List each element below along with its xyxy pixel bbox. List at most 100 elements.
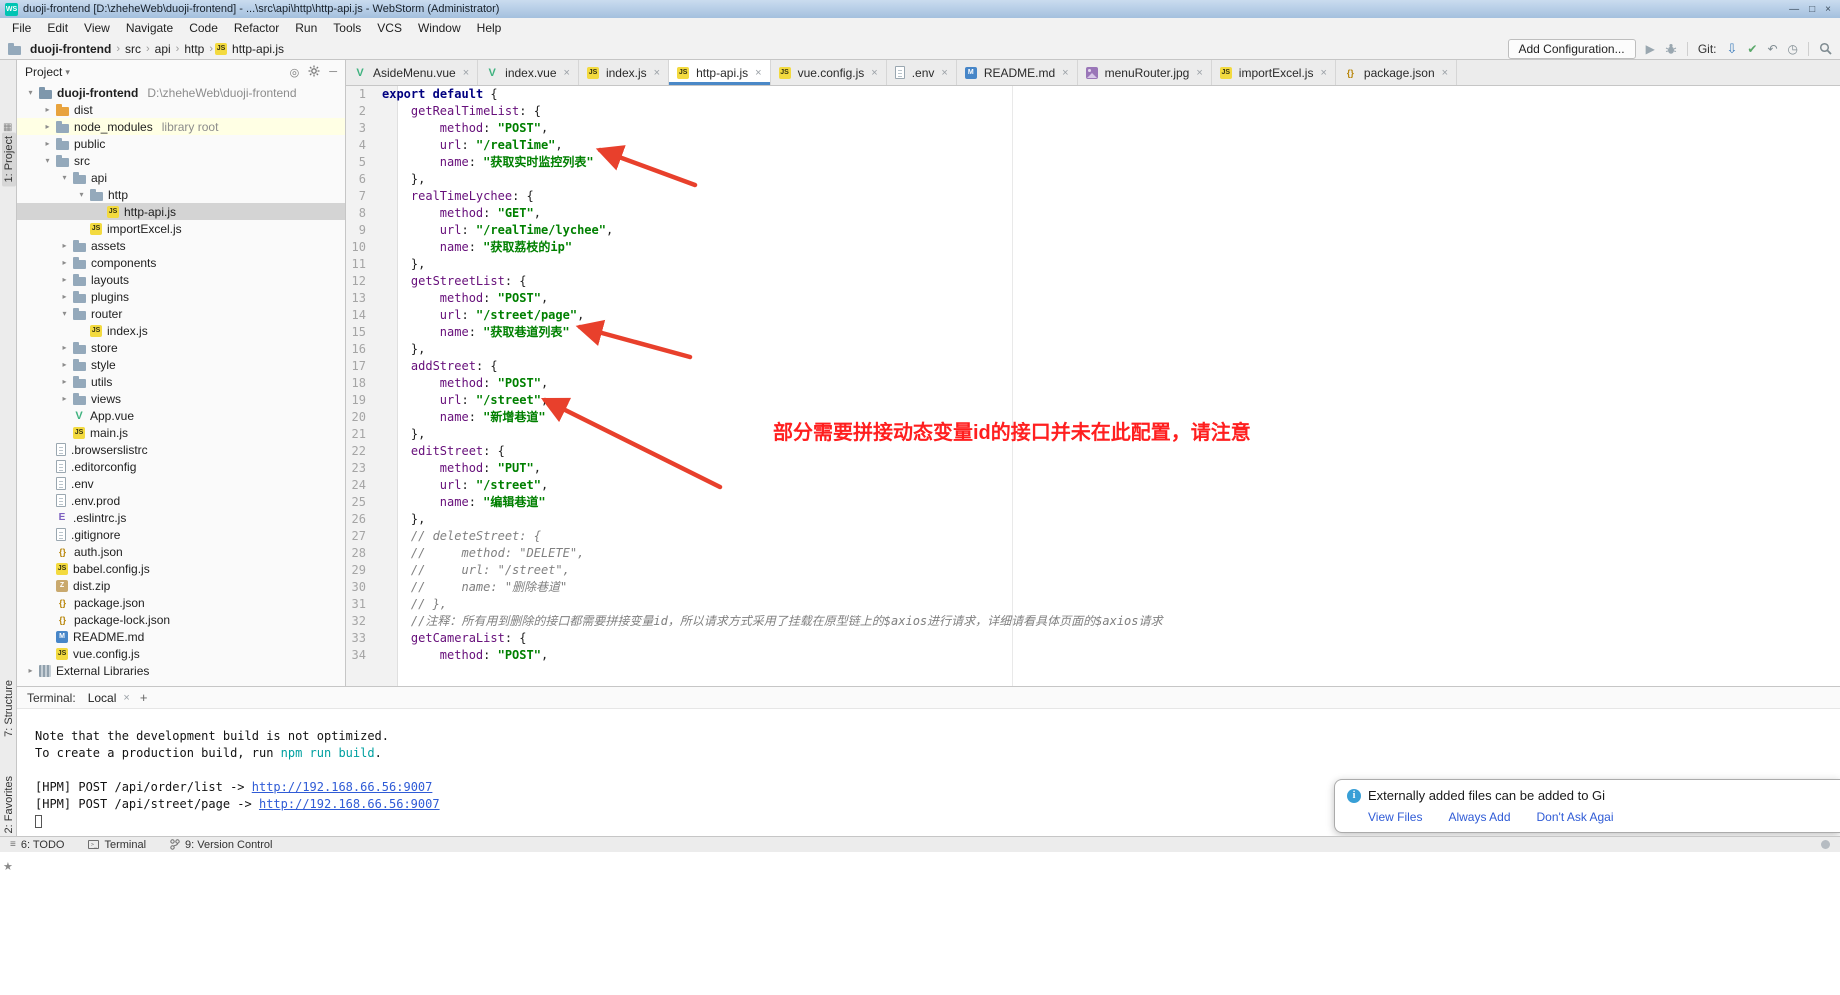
status-item-6-todo[interactable]: ≡6: TODO (10, 839, 64, 851)
tree-item-dist-zip[interactable]: Zdist.zip (17, 577, 345, 594)
close-tab-icon[interactable]: × (1442, 67, 1448, 79)
menu-vcs[interactable]: VCS (369, 19, 410, 37)
tab-http-api-js[interactable]: JShttp-api.js× (669, 60, 770, 85)
tree-item-package-json[interactable]: {}package.json (17, 594, 345, 611)
tree-item-importexcel-js[interactable]: JSimportExcel.js (17, 220, 345, 237)
menu-edit[interactable]: Edit (39, 19, 76, 37)
debug-bug-icon[interactable] (1665, 43, 1677, 55)
line-number[interactable]: 32 (346, 613, 382, 630)
menu-file[interactable]: File (4, 19, 39, 37)
tree-item-src[interactable]: ▾src (17, 152, 345, 169)
tree-item-eslintrc-js[interactable]: E.eslintrc.js (17, 509, 345, 526)
tree-item-babel-config-js[interactable]: JSbabel.config.js (17, 560, 345, 577)
notification-link-view-files[interactable]: View Files (1368, 810, 1422, 824)
tab-readme-md[interactable]: MREADME.md× (957, 60, 1078, 85)
line-number[interactable]: 15 (346, 324, 382, 341)
chevron-right-icon[interactable]: ▸ (42, 105, 53, 114)
line-number[interactable]: 27 (346, 528, 382, 545)
tab-env[interactable]: .env× (887, 60, 957, 85)
line-number[interactable]: 17 (346, 358, 382, 375)
chevron-right-icon[interactable]: ▸ (59, 394, 70, 403)
breadcrumb-item-http[interactable]: http (181, 42, 207, 56)
tab-package-json[interactable]: {}package.json× (1336, 60, 1457, 85)
line-number[interactable]: 33 (346, 630, 382, 647)
line-number[interactable]: 21 (346, 426, 382, 443)
code-editor[interactable]: 1export default {2 getRealTimeList: {3 m… (346, 86, 1840, 686)
line-number[interactable]: 1 (346, 86, 382, 103)
menu-code[interactable]: Code (181, 19, 226, 37)
menu-window[interactable]: Window (410, 19, 469, 37)
tree-item-views[interactable]: ▸views (17, 390, 345, 407)
terminal-link[interactable]: http://192.168.66.56:9007 (252, 780, 433, 794)
line-number[interactable]: 12 (346, 273, 382, 290)
breadcrumb-item-api[interactable]: api (152, 42, 174, 56)
tree-item-main-js[interactable]: JSmain.js (17, 424, 345, 441)
tree-item-dist[interactable]: ▸dist (17, 101, 345, 118)
line-number[interactable]: 16 (346, 341, 382, 358)
git-commit-button[interactable]: ✔ (1747, 42, 1757, 56)
line-number[interactable]: 19 (346, 392, 382, 409)
terminal-tab-local[interactable]: Local× (88, 691, 130, 705)
tree-item-vue-config-js[interactable]: JSvue.config.js (17, 645, 345, 662)
close-tab-icon[interactable]: × (1062, 67, 1068, 79)
close-button[interactable]: × (1825, 4, 1831, 15)
chevron-right-icon[interactable]: ▸ (59, 360, 70, 369)
chevron-right-icon[interactable]: ▸ (25, 666, 36, 675)
favorites-star-icon[interactable]: ★ (3, 860, 13, 873)
line-number[interactable]: 25 (346, 494, 382, 511)
hide-panel-button[interactable]: ─ (329, 66, 337, 78)
close-tab-icon[interactable]: × (941, 67, 947, 79)
close-tab-icon[interactable]: × (1196, 67, 1202, 79)
breadcrumb-item-http-api-js[interactable]: http-api.js (229, 42, 287, 56)
tree-item-app-vue[interactable]: VApp.vue (17, 407, 345, 424)
close-tab-icon[interactable]: × (564, 67, 570, 79)
tree-item-readme-md[interactable]: MREADME.md (17, 628, 345, 645)
tab-importexcel-js[interactable]: JSimportExcel.js× (1212, 60, 1336, 85)
tree-item-node-modules[interactable]: ▸node_moduleslibrary root (17, 118, 345, 135)
line-number[interactable]: 9 (346, 222, 382, 239)
tab-index-vue[interactable]: Vindex.vue× (478, 60, 579, 85)
line-number[interactable]: 23 (346, 460, 382, 477)
line-number[interactable]: 3 (346, 120, 382, 137)
tree-item-http-api-js[interactable]: JShttp-api.js (17, 203, 345, 220)
new-terminal-tab-button[interactable]: + (140, 690, 148, 705)
history-button[interactable]: ◷ (1788, 42, 1798, 56)
notification-link-always-add[interactable]: Always Add (1448, 810, 1510, 824)
chevron-right-icon[interactable]: ▸ (42, 122, 53, 131)
tool-stripe-2-favorites[interactable]: 2: Favorites (2, 772, 16, 837)
tree-item-browserslistrc[interactable]: .browserslistrc (17, 441, 345, 458)
tool-stripe-1-project[interactable]: 1: Project (2, 132, 16, 186)
line-number[interactable]: 22 (346, 443, 382, 460)
chevron-right-icon[interactable]: ▸ (59, 258, 70, 267)
tab-vue-config-js[interactable]: JSvue.config.js× (771, 60, 887, 85)
notification-link-don-t-ask-agai[interactable]: Don't Ask Agai (1537, 810, 1614, 824)
chevron-right-icon[interactable]: ▸ (59, 292, 70, 301)
line-number[interactable]: 8 (346, 205, 382, 222)
tool-stripe-7-structure[interactable]: 7: Structure (2, 676, 16, 741)
line-number[interactable]: 28 (346, 545, 382, 562)
locate-file-button[interactable]: ◎ (290, 66, 300, 79)
breadcrumb-item-src[interactable]: src (122, 42, 144, 56)
project-panel-title[interactable]: Project (25, 65, 62, 79)
tree-item-gitignore[interactable]: .gitignore (17, 526, 345, 543)
line-number[interactable]: 24 (346, 477, 382, 494)
tab-asidemenu-vue[interactable]: VAsideMenu.vue× (346, 60, 478, 85)
tree-item-style[interactable]: ▸style (17, 356, 345, 373)
menu-tools[interactable]: Tools (325, 19, 369, 37)
chevron-down-icon[interactable]: ▾ (59, 173, 70, 182)
minimize-button[interactable]: — (1789, 4, 1799, 15)
tree-item-router[interactable]: ▾router (17, 305, 345, 322)
tree-item-editorconfig[interactable]: .editorconfig (17, 458, 345, 475)
close-tab-icon[interactable]: × (654, 67, 660, 79)
line-number[interactable]: 5 (346, 154, 382, 171)
tree-item-plugins[interactable]: ▸plugins (17, 288, 345, 305)
close-tab-icon[interactable]: × (463, 67, 469, 79)
chevron-down-icon[interactable]: ▾ (42, 156, 53, 165)
line-number[interactable]: 10 (346, 239, 382, 256)
git-update-button[interactable]: ⇩ (1726, 41, 1737, 57)
search-everywhere-button[interactable] (1819, 42, 1832, 55)
tree-item-auth-json[interactable]: {}auth.json (17, 543, 345, 560)
git-rollback-button[interactable]: ↶ (1767, 42, 1777, 56)
chevron-right-icon[interactable]: ▸ (59, 377, 70, 386)
tree-item-external-libraries[interactable]: ▸External Libraries (17, 662, 345, 679)
